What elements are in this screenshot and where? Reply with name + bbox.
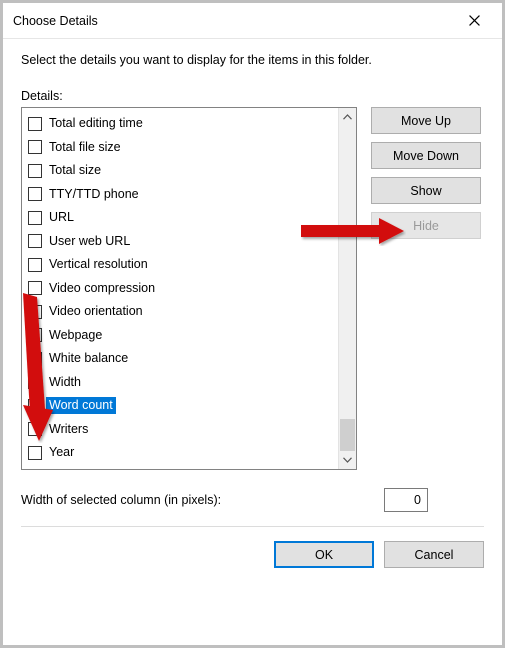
list-item[interactable]: Video orientation [26,300,334,324]
chevron-down-icon [343,457,352,463]
checkbox[interactable] [28,211,42,225]
side-button-column: Move Up Move Down Show Hide [371,107,481,470]
checkbox[interactable] [28,399,42,413]
checkbox[interactable] [28,117,42,131]
list-item[interactable]: Total size [26,159,334,183]
checkbox[interactable] [28,446,42,460]
width-input[interactable]: 0 [384,488,428,512]
chevron-up-icon [343,114,352,120]
close-button[interactable] [452,6,496,36]
list-item-label: Total size [46,162,104,179]
list-item-label: TTY/TTD phone [46,186,142,203]
checkbox[interactable] [28,328,42,342]
list-item-label: Total editing time [46,115,146,132]
list-item[interactable]: Webpage [26,324,334,348]
checkbox[interactable] [28,164,42,178]
list-item-label: Width [46,374,84,391]
hide-button: Hide [371,212,481,239]
list-item[interactable]: Writers [26,418,334,442]
list-item-label: White balance [46,350,131,367]
list-item[interactable]: User web URL [26,230,334,254]
dialog-button-row: OK Cancel [21,541,484,568]
width-label: Width of selected column (in pixels): [21,493,221,507]
list-item-label: Video orientation [46,303,146,320]
checkbox[interactable] [28,305,42,319]
close-icon [469,15,480,26]
checkbox[interactable] [28,281,42,295]
list-item[interactable]: TTY/TTD phone [26,183,334,207]
list-item[interactable]: Vertical resolution [26,253,334,277]
scrollbar-vertical[interactable] [338,108,356,469]
cancel-button[interactable]: Cancel [384,541,484,568]
list-item[interactable]: Total editing time [26,112,334,136]
middle-row: Total editing time Total file size Total s… [21,107,484,470]
list-item[interactable]: Video compression [26,277,334,301]
move-down-button[interactable]: Move Down [371,142,481,169]
details-list-inner: Total editing time Total file size Total s… [22,108,338,469]
scroll-down-button[interactable] [339,451,356,469]
list-item-label: User web URL [46,233,133,250]
show-button[interactable]: Show [371,177,481,204]
divider [21,526,484,527]
details-label: Details: [21,89,484,103]
list-item-label: Year [46,444,77,461]
checkbox[interactable] [28,187,42,201]
list-item-label: Vertical resolution [46,256,151,273]
checkbox[interactable] [28,375,42,389]
checkbox[interactable] [28,140,42,154]
title-bar: Choose Details [3,3,502,39]
checkbox[interactable] [28,422,42,436]
checkbox[interactable] [28,258,42,272]
details-listbox[interactable]: Total editing time Total file size Total s… [21,107,357,470]
list-item-label: Webpage [46,327,105,344]
list-item[interactable]: Year [26,441,334,465]
window-title: Choose Details [13,14,98,28]
move-up-button[interactable]: Move Up [371,107,481,134]
list-item-label: Total file size [46,139,124,156]
list-item[interactable]: Word count [26,394,334,418]
list-item-label: Writers [46,421,91,438]
scroll-up-button[interactable] [339,108,356,126]
instruction-text: Select the details you want to display f… [21,53,484,67]
checkbox[interactable] [28,234,42,248]
ok-button[interactable]: OK [274,541,374,568]
scrollbar-thumb[interactable] [340,419,355,451]
scrollbar-track[interactable] [339,126,356,451]
list-item[interactable]: Width [26,371,334,395]
list-item[interactable]: URL [26,206,334,230]
dialog-content: Select the details you want to display f… [3,39,502,578]
list-item[interactable]: White balance [26,347,334,371]
width-row: Width of selected column (in pixels): 0 [21,488,484,512]
checkbox[interactable] [28,352,42,366]
list-item-label: Word count [46,397,116,414]
list-item-label: URL [46,209,77,226]
list-item-label: Video compression [46,280,158,297]
list-item[interactable]: Total file size [26,136,334,160]
